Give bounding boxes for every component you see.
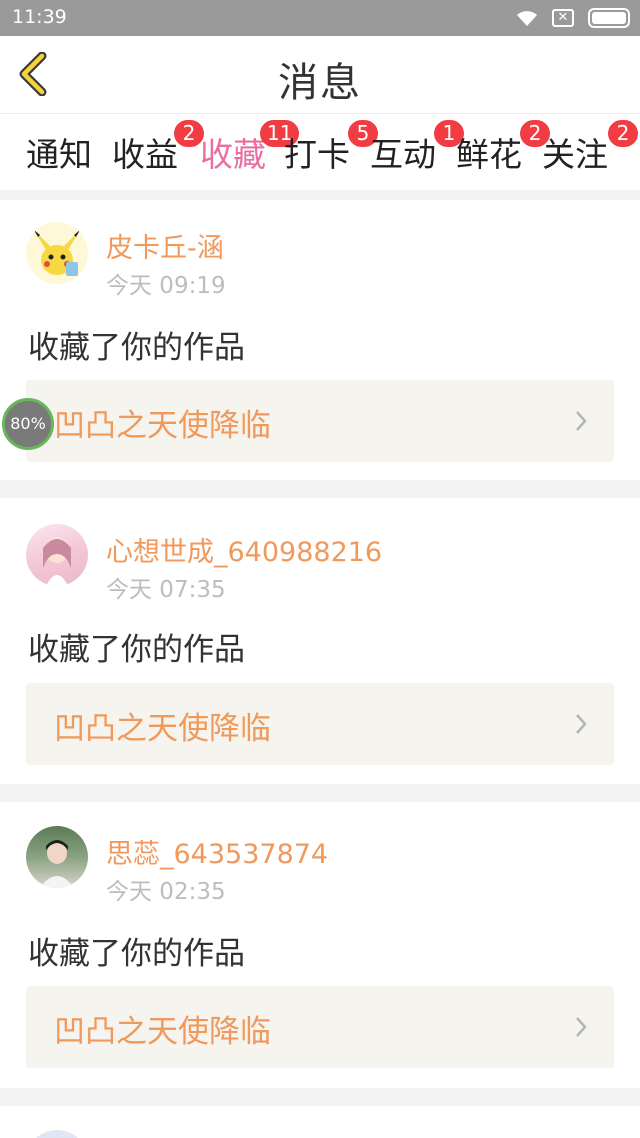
status-time: 11:39	[12, 6, 67, 28]
divider	[0, 1088, 640, 1106]
timestamp: 今天 09:19	[106, 273, 226, 299]
username[interactable]: 思蕊_643537874	[106, 832, 328, 871]
page-title: 消息	[278, 60, 362, 106]
tab-label: 互动	[370, 135, 436, 174]
action-text: 收藏了你的作品	[28, 936, 245, 972]
action-text: 收藏了你的作品	[28, 330, 245, 366]
tab-checkin[interactable]: 打卡 5	[284, 120, 378, 176]
work-title: 凹凸之天使降临	[54, 408, 271, 444]
action-text: 收藏了你的作品	[28, 632, 245, 668]
pikachu-avatar-icon	[34, 230, 80, 276]
chevron-right-icon	[576, 1017, 587, 1037]
list-item: 心想世成_640988216 今天 07:35 收藏了你的作品 凹凸之天使降临	[0, 498, 640, 784]
tab-follow[interactable]: 关注 2	[542, 120, 638, 176]
tab-interaction[interactable]: 互动 1	[370, 120, 464, 176]
avatar[interactable]	[26, 826, 88, 888]
avatar[interactable]	[26, 1130, 88, 1138]
chevron-right-icon	[576, 411, 587, 431]
floating-progress-badge[interactable]: 80%	[2, 398, 54, 450]
work-title: 凹凸之天使降临	[54, 711, 271, 747]
timestamp: 今天 07:35	[106, 577, 226, 603]
tab-label: 鲜花	[456, 135, 522, 174]
timestamp: 今天 02:35	[106, 879, 226, 905]
wifi-icon	[517, 11, 537, 26]
tab-label: 打卡	[284, 135, 350, 174]
work-link[interactable]: 凹凸之天使降临	[26, 683, 614, 765]
app-header: 消息	[0, 36, 640, 114]
tab-label: 收益	[112, 135, 178, 174]
person-photo-avatar-icon	[40, 840, 74, 888]
tab-label: 通知	[26, 135, 92, 174]
username[interactable]: 皮卡丘-涵	[106, 226, 224, 265]
list-item: 皮卡丘-涵 今天 09:19 收藏了你的作品 凹凸之天使降临	[0, 200, 640, 480]
divider	[0, 190, 640, 200]
tab-label: 收藏	[200, 135, 266, 174]
anime-girl-avatar-icon	[43, 537, 71, 586]
no-sim-icon: ✕	[552, 9, 574, 27]
work-title: 凹凸之天使降临	[54, 1014, 271, 1050]
list-item	[0, 1106, 640, 1138]
avatar[interactable]	[26, 524, 88, 586]
list-item: 思蕊_643537874 今天 02:35 收藏了你的作品 凹凸之天使降临	[0, 802, 640, 1088]
battery-icon	[588, 8, 630, 28]
username[interactable]: 心想世成_640988216	[106, 530, 382, 569]
status-bar: 11:39 ✕	[0, 0, 640, 36]
avatar[interactable]	[26, 222, 88, 284]
work-link[interactable]: 凹凸之天使降临	[26, 986, 614, 1068]
tab-count-badge: 2	[608, 120, 638, 147]
status-icons: ✕	[516, 8, 630, 28]
divider	[0, 784, 640, 802]
chevron-right-icon	[576, 714, 587, 734]
tab-favorites[interactable]: 收藏 11	[200, 120, 300, 194]
tab-label: 关注	[542, 135, 608, 174]
work-link[interactable]: 凹凸之天使降临	[26, 380, 614, 462]
tab-notification[interactable]: 通知	[26, 128, 92, 176]
divider	[0, 480, 640, 498]
tab-earnings[interactable]: 收益 2	[112, 120, 204, 176]
tab-flowers[interactable]: 鲜花 2	[456, 120, 550, 176]
message-tabs: 通知 收益 2 收藏 11 打卡 5 互动 1 鲜花 2 关注 2	[0, 114, 640, 194]
